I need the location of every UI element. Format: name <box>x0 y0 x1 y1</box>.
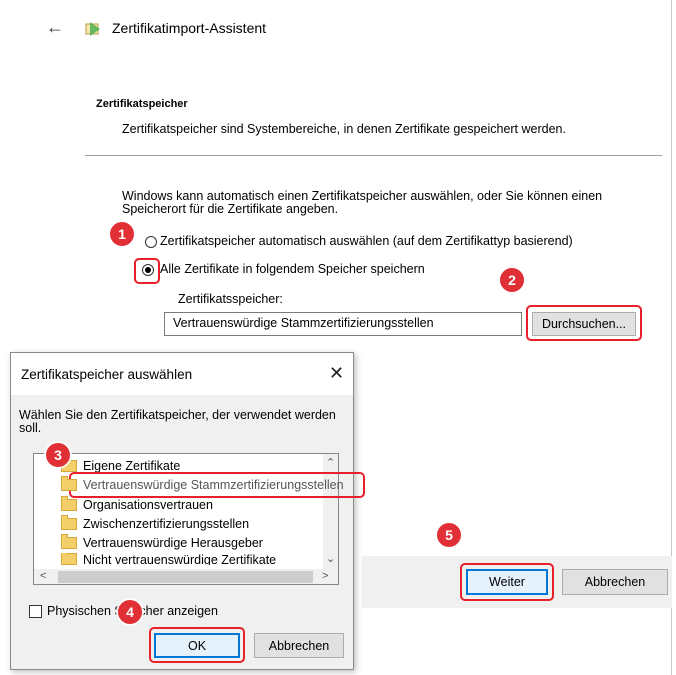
store-field[interactable]: Vertrauenswürdige Stammzertifizierungsst… <box>164 312 522 336</box>
certificate-icon <box>85 22 100 36</box>
step-badge-4: 4 <box>118 600 142 624</box>
store-label: Zertifikatsspeicher: <box>178 292 283 306</box>
folder-icon <box>61 553 77 565</box>
show-physical-checkbox[interactable] <box>29 605 42 618</box>
step-badge-1: 1 <box>110 222 134 246</box>
back-arrow-icon[interactable]: ← <box>46 18 64 36</box>
radio-auto-select[interactable] <box>145 236 157 248</box>
folder-icon <box>61 496 77 511</box>
browse-button[interactable]: Durchsuchen... <box>532 312 636 336</box>
horizontal-scroll-thumb[interactable] <box>58 571 313 583</box>
horizontal-scrollbar[interactable]: < > <box>34 569 338 584</box>
section-description: Zertifikatspeicher sind Systembereiche, … <box>122 122 566 136</box>
step-badge-2: 2 <box>500 268 524 292</box>
wizard-title: Zertifikatimport-Assistent <box>112 20 267 36</box>
dialog-title: Zertifikatspeicher auswählen <box>21 367 193 382</box>
radio-manual-label: Alle Zertifikate in folgendem Speicher s… <box>160 262 425 276</box>
instruction-text: Windows kann automatisch einen Zertifika… <box>122 189 603 216</box>
step-badge-3: 3 <box>46 443 70 467</box>
tree-item[interactable]: Nicht vertrauenswürdige Zertifikate <box>61 553 276 565</box>
section-title: Zertifikatspeicher <box>96 98 188 110</box>
ok-button[interactable]: OK <box>154 633 240 658</box>
next-button[interactable]: Weiter <box>466 569 548 595</box>
close-icon[interactable]: ✕ <box>329 363 344 384</box>
tree-item[interactable]: Organisationsvertrauen <box>61 496 213 514</box>
scroll-up-icon[interactable]: ⌃ <box>326 456 335 469</box>
select-store-dialog: Zertifikatspeicher auswählen ✕ Wählen Si… <box>10 352 365 670</box>
tree-item[interactable]: Vertrauenswürdige Herausgeber <box>61 534 263 552</box>
scroll-down-icon[interactable]: ⌄ <box>326 552 335 565</box>
radio-manual-select[interactable] <box>142 264 154 276</box>
folder-icon <box>61 515 77 530</box>
folder-icon <box>61 534 77 549</box>
radio-auto-label: Zertifikatspeicher automatisch auswählen… <box>160 234 573 248</box>
folder-icon <box>61 476 77 491</box>
tree-item[interactable]: Zwischenzertifizierungsstellen <box>61 515 249 533</box>
separator <box>85 155 662 156</box>
dialog-cancel-button[interactable]: Abbrechen <box>254 633 344 658</box>
step-badge-5: 5 <box>437 523 461 547</box>
tree-item-selected[interactable]: Vertrauenswürdige Stammzertifizierungsst… <box>61 476 344 494</box>
scroll-right-icon[interactable]: > <box>322 570 328 582</box>
wizard-cancel-button[interactable]: Abbrechen <box>562 569 668 595</box>
dialog-instruction: Wählen Sie den Zertifikatspeicher, der v… <box>19 408 336 435</box>
scroll-left-icon[interactable]: < <box>40 570 46 582</box>
